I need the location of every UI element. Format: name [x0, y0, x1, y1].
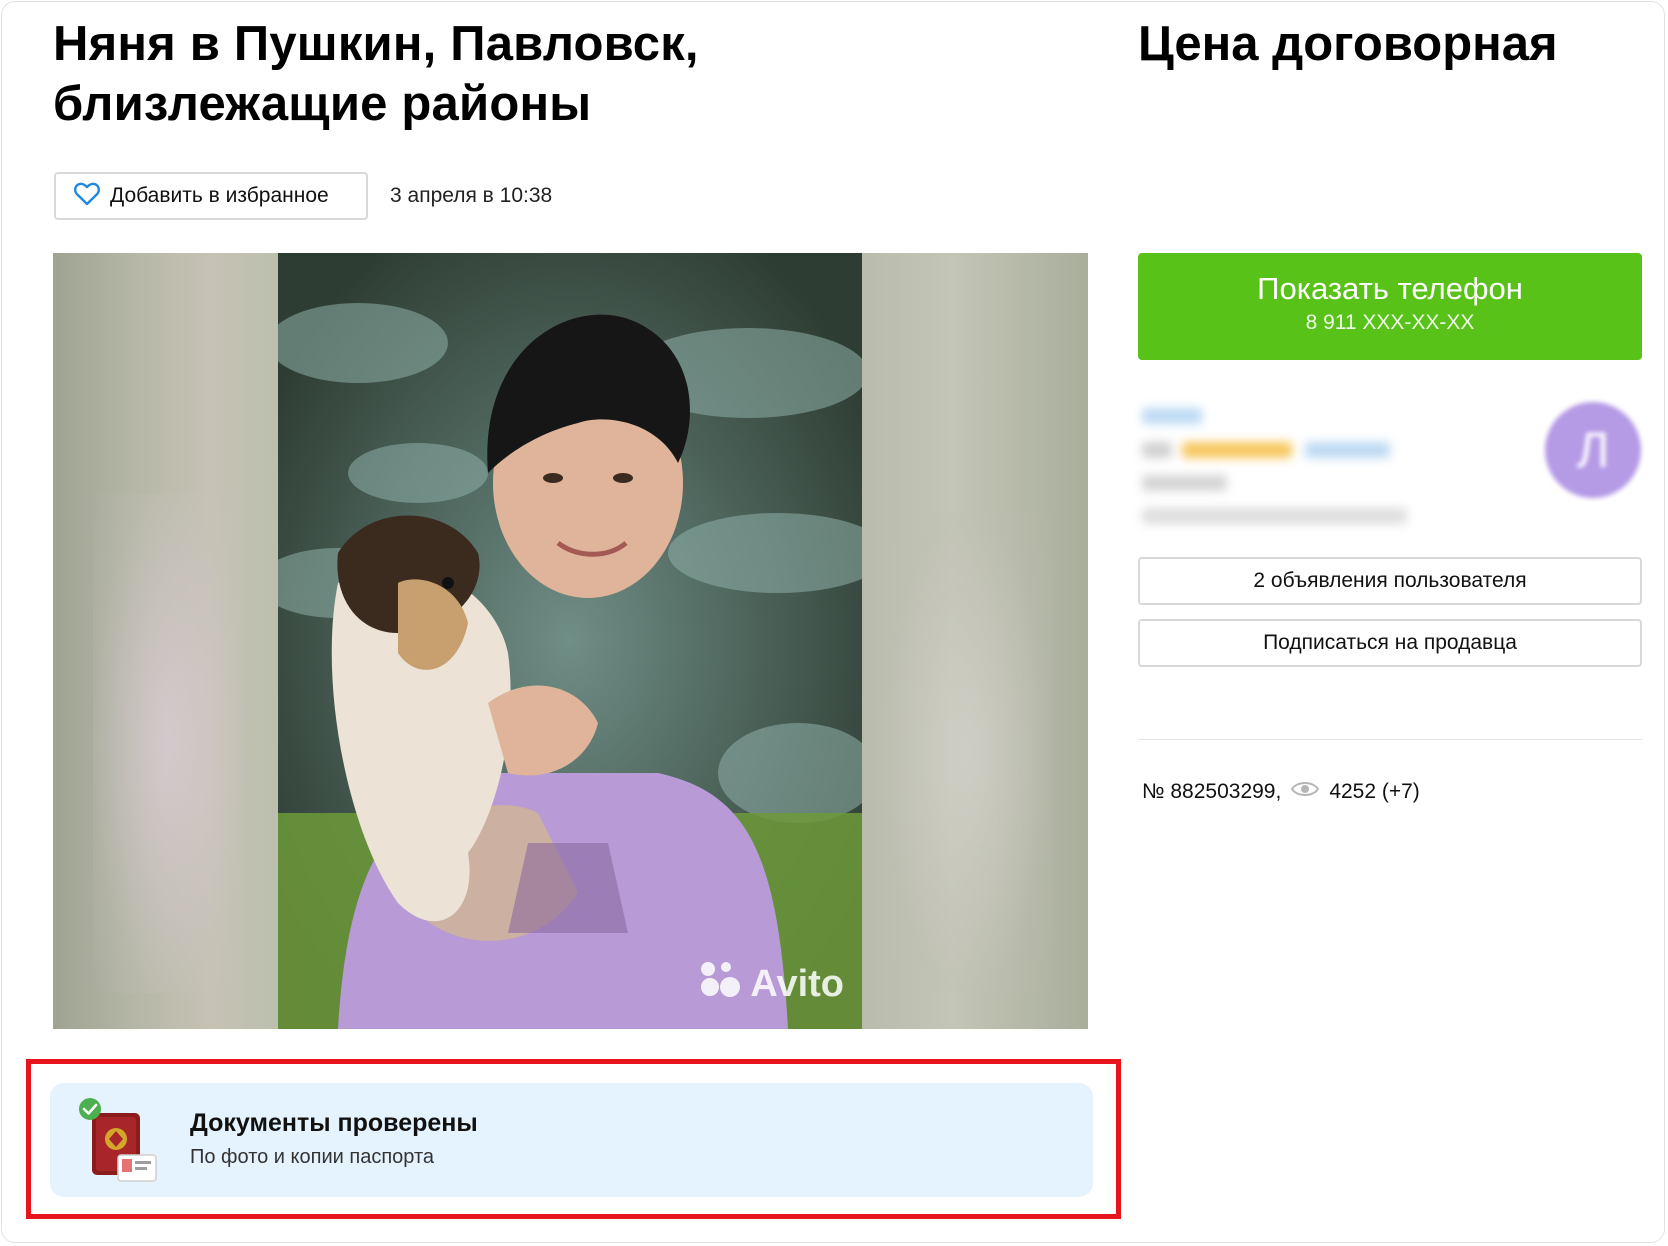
subscribe-seller-button[interactable]: Подписаться на продавца: [1138, 619, 1642, 667]
listing-stats: № 882503299, 4252 (+7): [1142, 780, 1420, 804]
gallery-blur-left: [53, 253, 278, 1029]
passport-icon: [78, 1095, 164, 1190]
add-to-favorites-button[interactable]: Добавить в избранное: [54, 172, 368, 220]
favorite-label: Добавить в избранное: [110, 184, 329, 207]
publish-date: 3 апреля в 10:38: [390, 184, 553, 207]
photo-illustration: [278, 253, 862, 1029]
listing-photo[interactable]: Avito: [278, 253, 862, 1029]
seller-avatar[interactable]: Л: [1545, 402, 1641, 498]
show-phone-label: Показать телефон: [1257, 271, 1523, 306]
documents-verified-title: Документы проверены: [190, 1109, 478, 1137]
watermark-text: Avito: [750, 962, 844, 1005]
views-count: 4252 (+7): [1329, 780, 1420, 803]
photo-gallery[interactable]: Avito: [53, 253, 1088, 1029]
check-icon: [79, 1098, 101, 1120]
ad-number: № 882503299,: [1142, 780, 1282, 803]
gallery-blur-right: [862, 253, 1088, 1029]
documents-verified-card[interactable]: Документы проверены По фото и копии пасп…: [50, 1083, 1093, 1197]
documents-verified-subtitle: По фото и копии паспорта: [190, 1146, 435, 1168]
avito-watermark: Avito: [698, 959, 844, 1009]
phone-masked: 8 911 XXX-XX-XX: [1305, 311, 1475, 334]
eye-icon: [1291, 780, 1320, 804]
seller-info-blurred: [1140, 400, 1540, 540]
avito-logo-icon: [698, 959, 742, 1009]
listing-title: Няня в Пушкин, Павловск, близлежащие рай…: [53, 17, 699, 131]
sidebar-divider: [1138, 739, 1642, 740]
listing-price: Цена договорная: [1138, 17, 1558, 71]
heart-icon: [74, 182, 100, 211]
user-ads-button[interactable]: 2 объявления пользователя: [1138, 557, 1642, 605]
show-phone-button[interactable]: Показать телефон 8 911 XXX-XX-XX: [1138, 253, 1642, 360]
